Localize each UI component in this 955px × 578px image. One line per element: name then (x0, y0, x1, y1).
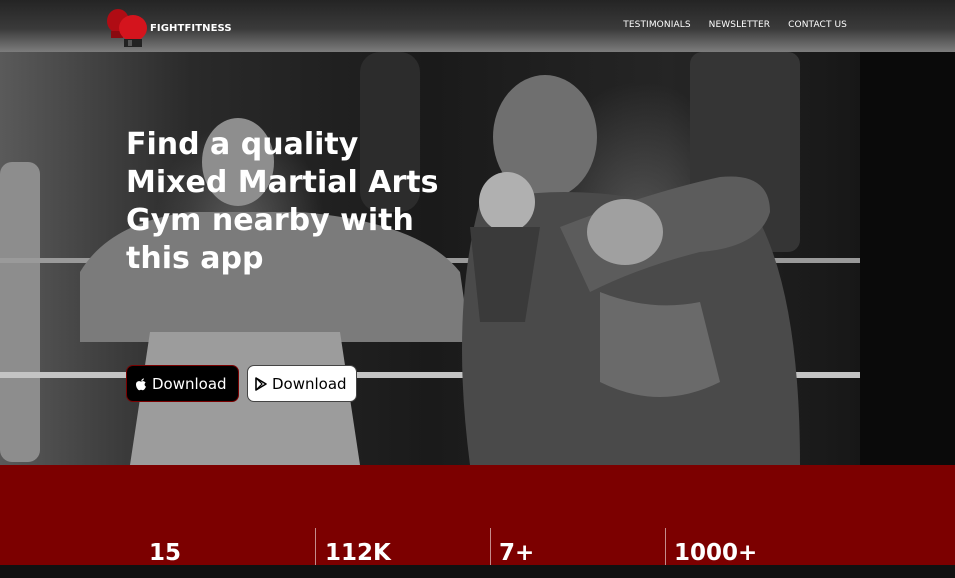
apple-icon (135, 377, 147, 391)
nav-link-contact-us[interactable]: CONTACT US (788, 20, 847, 30)
stat-value: 1000+ (674, 540, 758, 566)
stat-item: 7+ (489, 528, 535, 566)
main-menu: TESTIMONIALS NEWSLETTER CONTACT US (623, 20, 847, 30)
nav-link-testimonials[interactable]: TESTIMONIALS (623, 20, 690, 30)
stat-item: 1000+ (664, 528, 758, 566)
app-store-download-label: Download (152, 374, 227, 393)
stat-value: 112K (325, 540, 391, 566)
boxing-gloves-icon (106, 7, 150, 49)
nav-link-newsletter[interactable]: NEWSLETTER (709, 20, 771, 30)
hero-section: Find a quality Mixed Martial Arts Gym ne… (0, 52, 955, 465)
brand-link[interactable]: FIGHTFITNESS (106, 7, 232, 49)
play-store-icon (255, 376, 267, 391)
stat-item: 112K (315, 528, 391, 566)
stat-item: 15 (139, 528, 182, 566)
app-store-download-button[interactable]: Download (126, 365, 239, 402)
stat-value: 15 (149, 540, 182, 566)
hero-headline: Find a quality Mixed Martial Arts Gym ne… (126, 127, 439, 276)
stats-section: 15 112K 7+ 1000+ (0, 465, 955, 566)
play-store-download-label: Download (272, 374, 347, 393)
brand-name: FIGHTFITNESS (150, 22, 232, 34)
play-store-download-button[interactable]: Download (247, 365, 357, 402)
stat-value: 7+ (499, 540, 535, 566)
top-navbar: FIGHTFITNESS TESTIMONIALS NEWSLETTER CON… (0, 0, 955, 52)
